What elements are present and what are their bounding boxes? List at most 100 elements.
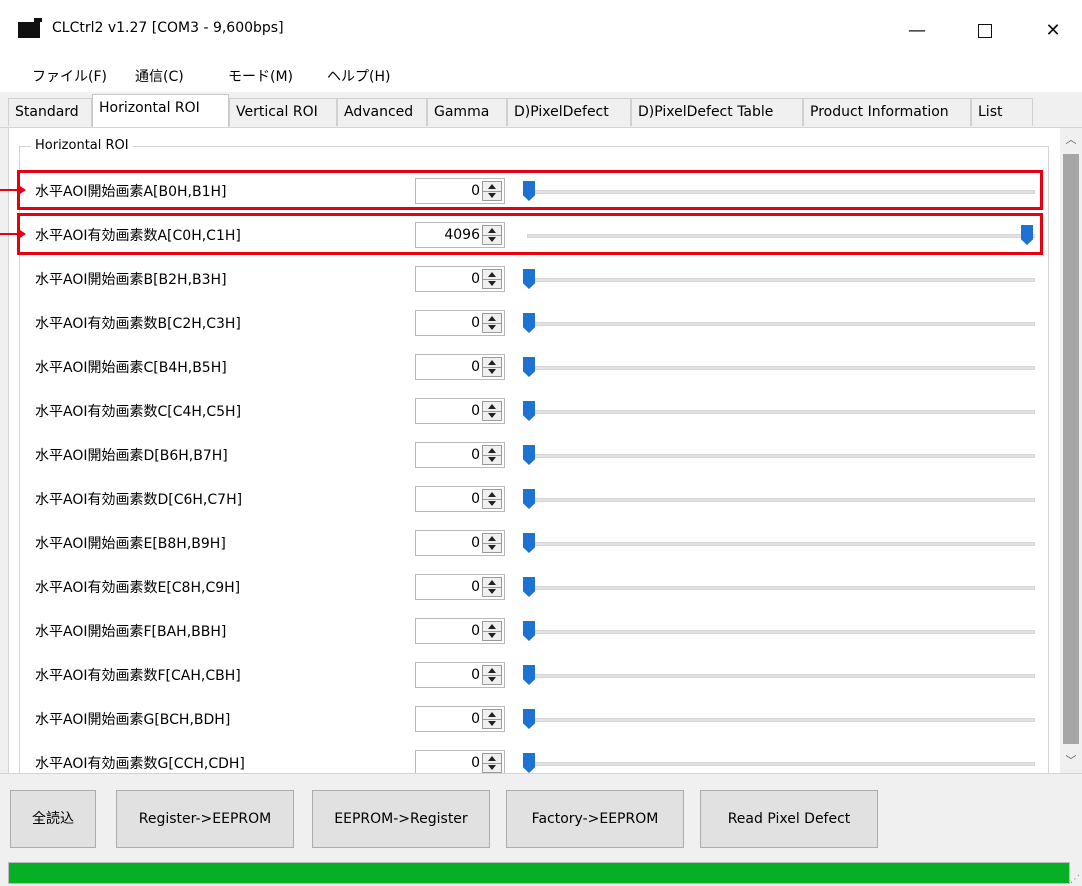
value-spinbox[interactable]: 0 [415,310,505,336]
value-text: 0 [471,667,480,683]
value-spinbox[interactable]: 0 [415,706,505,732]
slider-thumb[interactable] [523,269,535,289]
spinner-arrows-icon[interactable] [482,357,502,377]
spinner-arrows-icon[interactable] [482,753,502,773]
spinner-arrows-icon[interactable] [482,313,502,333]
tab-pixel-defect[interactable]: D)PixelDefect [507,98,631,126]
spinner-arrows-icon[interactable] [482,401,502,421]
read-all-button[interactable]: 全読込 [10,790,96,848]
spinner-arrows-icon[interactable] [482,577,502,597]
slider-track[interactable] [527,366,1035,370]
tab-pixel-defect-table[interactable]: D)PixelDefect Table [631,98,803,126]
resize-grip-icon[interactable]: ⋰ [1070,874,1080,885]
factory-to-eeprom-button[interactable]: Factory->EEPROM [506,790,684,848]
close-button[interactable]: ✕ [1030,14,1076,48]
slider-track[interactable] [527,630,1035,634]
menu-help[interactable]: ヘルプ(H) [327,66,390,86]
slider-thumb[interactable] [523,665,535,685]
spinner-arrows-icon[interactable] [482,621,502,641]
read-pixel-defect-button[interactable]: Read Pixel Defect [700,790,878,848]
tab-gamma[interactable]: Gamma [427,98,507,126]
spinner-arrows-icon[interactable] [482,533,502,553]
tab-product-information[interactable]: Product Information [803,98,971,126]
param-row: 水平AOI有効画素数F[CAH,CBH] 0 [17,652,1057,696]
param-row: 水平AOI有効画素数D[C6H,C7H] 0 [17,476,1057,520]
value-spinbox[interactable]: 0 [415,574,505,600]
tab-bar: Standard Horizontal ROI Vertical ROI Adv… [0,92,1082,128]
scroll-up-icon[interactable]: ︿ [1060,130,1082,150]
param-row: 水平AOI開始画素G[BCH,BDH] 0 [17,696,1057,740]
slider-thumb[interactable] [523,445,535,465]
slider-track[interactable] [527,586,1035,590]
slider-thumb[interactable] [523,621,535,641]
vertical-scrollbar[interactable]: ︿ ﹀ [1060,128,1082,773]
slider-thumb[interactable] [523,753,535,773]
slider-thumb[interactable] [523,357,535,377]
menu-mode[interactable]: モード(M) [228,66,293,86]
tab-advanced[interactable]: Advanced [337,98,427,126]
value-spinbox[interactable]: 0 [415,662,505,688]
param-row: 水平AOI開始画素E[B8H,B9H] 0 [17,520,1057,564]
slider-thumb[interactable] [523,401,535,421]
slider-track[interactable] [527,498,1035,502]
param-label: 水平AOI有効画素数E[C8H,C9H] [35,580,241,596]
tab-standard[interactable]: Standard [8,98,92,126]
spinner-arrows-icon[interactable] [482,445,502,465]
slider-thumb[interactable] [523,489,535,509]
slider-thumb[interactable] [523,709,535,729]
param-label: 水平AOI開始画素G[BCH,BDH] [35,712,231,728]
param-label: 水平AOI有効画素数C[C4H,C5H] [35,404,242,420]
value-spinbox[interactable]: 0 [415,486,505,512]
slider-thumb[interactable] [523,577,535,597]
value-text: 0 [471,403,480,419]
register-to-eeprom-button[interactable]: Register->EEPROM [116,790,294,848]
value-spinbox[interactable]: 0 [415,266,505,292]
slider-track[interactable] [527,278,1035,282]
param-label: 水平AOI有効画素数D[C6H,C7H] [35,492,243,508]
value-spinbox[interactable]: 0 [415,442,505,468]
param-label: 水平AOI開始画素B[B2H,B3H] [35,272,227,288]
window-title: CLCtrl2 v1.27 [COM3 - 9,600bps] [52,20,284,36]
spinner-arrows-icon[interactable] [482,269,502,289]
scroll-thumb[interactable] [1063,154,1079,744]
menu-communication[interactable]: 通信(C) [135,66,184,86]
slider-track[interactable] [527,454,1035,458]
slider-thumb[interactable] [523,313,535,333]
value-spinbox[interactable]: 0 [415,618,505,644]
slider-thumb[interactable] [523,533,535,553]
param-label: 水平AOI有効画素数G[CCH,CDH] [35,756,245,772]
slider-track[interactable] [527,718,1035,722]
spinner-arrows-icon[interactable] [482,709,502,729]
menu-bar: ファイル(F) 通信(C) モード(M) ヘルプ(H) [0,58,1082,92]
menu-file[interactable]: ファイル(F) [32,66,107,86]
progress-fill [9,863,1069,883]
highlight-box-start-a [17,170,1043,210]
param-row: 水平AOI開始画素C[B4H,B5H] 0 [17,344,1057,388]
bottom-panel: 全読込 Register->EEPROM EEPROM->Register Fa… [0,773,1082,886]
slider-track[interactable] [527,410,1035,414]
param-row: 水平AOI開始画素B[B2H,B3H] 0 [17,256,1057,300]
camera-icon [18,18,42,38]
tab-list[interactable]: List [971,98,1033,126]
value-spinbox[interactable]: 0 [415,398,505,424]
slider-track[interactable] [527,674,1035,678]
maximize-button[interactable] [962,14,1008,48]
eeprom-to-register-button[interactable]: EEPROM->Register [312,790,490,848]
spinner-arrows-icon[interactable] [482,665,502,685]
slider-track[interactable] [527,762,1035,766]
arrow-pointer-icon [0,184,26,196]
value-spinbox[interactable]: 0 [415,354,505,380]
tab-horizontal-roi[interactable]: Horizontal ROI [92,94,229,127]
arrow-pointer-icon [0,228,26,240]
group-title: Horizontal ROI [31,138,133,153]
slider-track[interactable] [527,542,1035,546]
minimize-button[interactable]: — [894,14,940,48]
scroll-down-icon[interactable]: ﹀ [1060,751,1082,771]
tab-vertical-roi[interactable]: Vertical ROI [229,98,337,126]
value-text: 0 [471,447,480,463]
value-text: 0 [471,315,480,331]
slider-track[interactable] [527,322,1035,326]
value-spinbox[interactable]: 0 [415,530,505,556]
spinner-arrows-icon[interactable] [482,489,502,509]
param-row: 水平AOI有効画素数C[C4H,C5H] 0 [17,388,1057,432]
